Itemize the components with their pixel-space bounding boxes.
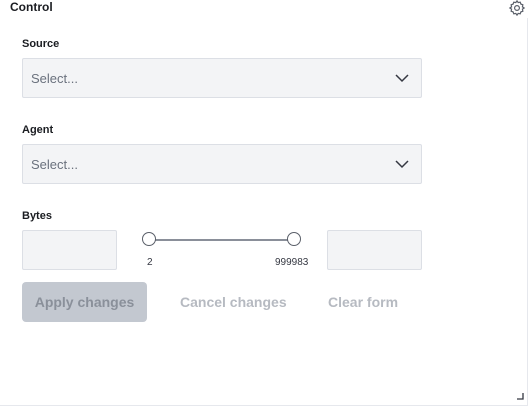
cancel-changes-button[interactable]: Cancel changes — [180, 294, 287, 310]
agent-select-value: Select... — [31, 157, 78, 172]
chevron-down-icon — [395, 74, 409, 83]
bytes-max-input[interactable] — [327, 230, 422, 270]
clear-form-button[interactable]: Clear form — [328, 294, 398, 310]
range-min-label: 2 — [147, 257, 153, 268]
source-label: Source — [22, 38, 60, 50]
chevron-down-icon — [395, 160, 409, 169]
control-panel: Control Source Select... Agent Select...… — [0, 0, 528, 406]
agent-label: Agent — [22, 124, 54, 136]
agent-select[interactable]: Select... — [22, 144, 422, 184]
bytes-label: Bytes — [22, 210, 52, 222]
resize-handle-icon[interactable] — [516, 392, 524, 400]
source-select[interactable]: Select... — [22, 58, 422, 98]
bytes-min-input[interactable] — [22, 230, 117, 270]
range-max-handle[interactable] — [287, 232, 301, 246]
gear-icon[interactable] — [506, 0, 528, 18]
range-track — [149, 239, 294, 241]
panel-title: Control — [10, 0, 53, 14]
range-max-label: 999983 — [275, 257, 309, 268]
source-select-value: Select... — [31, 71, 78, 86]
range-min-handle[interactable] — [142, 232, 156, 246]
apply-changes-button[interactable]: Apply changes — [22, 282, 147, 322]
